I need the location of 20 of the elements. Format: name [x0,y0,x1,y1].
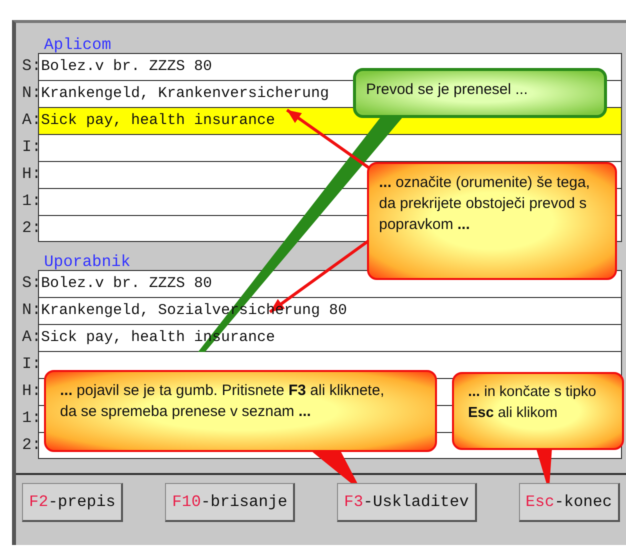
field-label: H: [22,164,38,185]
field-label: 2: [22,435,38,456]
section-title: Aplicom [44,37,112,53]
field-label: S: [22,273,38,294]
field-label: I: [22,354,38,375]
field-label: 1: [22,408,38,429]
field-label: I: [22,137,38,158]
field-label: N: [22,300,38,321]
field-label: 1: [22,191,38,212]
field-label: A: [22,327,38,348]
section-title: Uporabnik [44,254,132,270]
callout-tooltip: ... označite (orumenite) še tega, da prekrijete obstoječi prevod s popravkom ... [367,162,617,280]
field-label: S: [22,56,38,77]
field-label: A: [22,110,38,131]
field-label: 2: [22,218,38,239]
field-label: N: [22,83,38,104]
callout-tooltip: Prevod se je prenesel ... [353,68,607,118]
callout-tooltip: ... pojavil se je ta gumb. Pritisnete F3 ali kliknete, da se spremeba prenese v seznam ... [44,370,437,452]
field-label: H: [22,381,38,402]
callout-tooltip: ... in končate s tipko Esc ali klikom [452,372,624,450]
